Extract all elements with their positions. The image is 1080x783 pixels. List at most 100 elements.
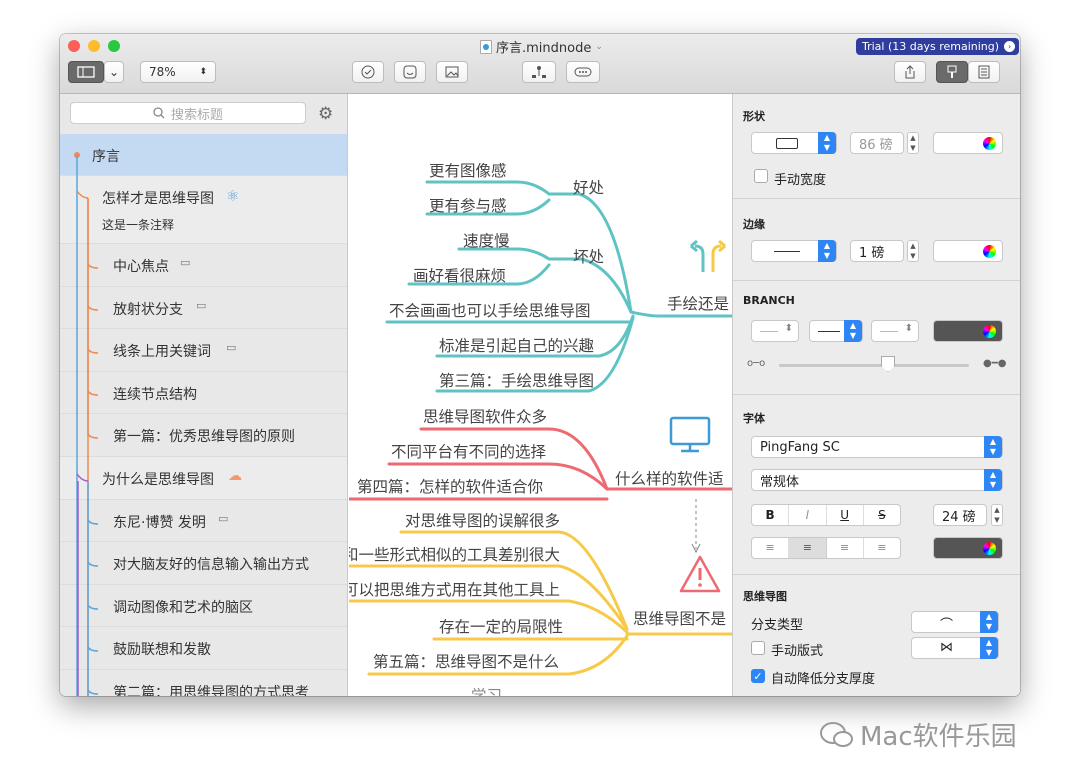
border-width-field[interactable]: 1 磅 bbox=[850, 240, 904, 262]
node-yellow-5: 第五篇：思维导图不是什么 bbox=[373, 653, 559, 671]
node-red-main: 什么样的软件适 bbox=[615, 470, 724, 488]
node-red-2: 不同平台有不同的选择 bbox=[391, 443, 547, 461]
sticker-button[interactable] bbox=[394, 61, 426, 83]
mindmap-canvas[interactable]: 更有图像感 更有参与感 速度慢 画好看很麻烦 不会画画也可以手绘思维导图 标准是… bbox=[349, 94, 732, 696]
font-style-select[interactable]: 常规体 ▲ ▼ bbox=[751, 469, 1003, 491]
align-right-icon[interactable]: ≡ bbox=[827, 538, 864, 558]
text-format-group: B I U S bbox=[751, 504, 901, 526]
branch-style-select[interactable]: ▲ ▼ bbox=[809, 320, 863, 342]
node-teal-main: 手绘还是 bbox=[667, 295, 729, 313]
auto-thin-branch-checkbox[interactable]: ✓ bbox=[751, 669, 765, 683]
paintbrush-icon bbox=[947, 65, 957, 78]
font-size-stepper[interactable]: ▲ ▼ bbox=[991, 504, 1003, 526]
divider bbox=[733, 198, 1020, 199]
node-teal-1: 更有图像感 bbox=[429, 162, 507, 180]
up-down-icon: ▲ ▼ bbox=[844, 320, 862, 342]
document-inspector-button[interactable] bbox=[968, 61, 1000, 83]
sidebar-icon bbox=[77, 66, 95, 78]
watermark: Mac软件乐园 bbox=[820, 716, 1017, 753]
branch-end-select[interactable]: ⬍ bbox=[871, 320, 919, 342]
border-style-select[interactable]: ▲ ▼ bbox=[751, 240, 837, 262]
branch-thickness-slider[interactable] bbox=[779, 364, 969, 367]
align-left-icon[interactable]: ≡ bbox=[752, 538, 790, 558]
checkmark-circle-icon bbox=[361, 65, 375, 79]
shape-color-well[interactable] bbox=[933, 132, 1003, 154]
add-child-button[interactable] bbox=[522, 61, 556, 83]
gear-icon[interactable]: ⚙ bbox=[318, 104, 333, 124]
section-font: 字体 bbox=[743, 412, 765, 425]
align-justify-icon[interactable]: ≡ bbox=[864, 538, 900, 558]
brain-icon: ☁ bbox=[228, 468, 242, 484]
italic-button[interactable]: I bbox=[789, 505, 827, 525]
node-teal-sub-1: 好处 bbox=[573, 179, 604, 197]
image-button[interactable] bbox=[436, 61, 468, 83]
bold-button[interactable]: B bbox=[752, 505, 790, 525]
node-yellow-3: 可以把思维方式用在其他工具上 bbox=[349, 581, 560, 599]
up-down-icon: ▲ ▼ bbox=[980, 611, 998, 633]
section-shape: 形状 bbox=[743, 110, 765, 123]
up-down-icon: ⬍ bbox=[784, 323, 793, 334]
shape-width-field[interactable]: 86 磅 bbox=[850, 132, 904, 154]
arrow-right-icon: › bbox=[1004, 41, 1016, 52]
up-down-icon: ▲ ▼ bbox=[984, 436, 1002, 458]
arrows-illustration-icon bbox=[690, 239, 726, 272]
wechat-icon bbox=[820, 721, 853, 747]
shape-width-stepper[interactable]: ▲ ▼ bbox=[907, 132, 919, 154]
branch-curve-icon: ⌒ bbox=[940, 618, 954, 633]
image-icon: ▭ bbox=[180, 256, 191, 269]
slider-thumb[interactable] bbox=[881, 356, 895, 372]
rectangle-shape-icon bbox=[776, 138, 798, 149]
image-icon: ▭ bbox=[196, 299, 207, 312]
close-button[interactable] bbox=[68, 40, 80, 52]
sidebar-toggle-button[interactable] bbox=[68, 61, 104, 83]
branch-color-well[interactable] bbox=[933, 320, 1003, 342]
layout-icon: ⋈ bbox=[940, 640, 953, 655]
node-teal-sub-2: 坏处 bbox=[573, 248, 604, 266]
minimize-button[interactable] bbox=[88, 40, 100, 52]
strikethrough-button[interactable]: S bbox=[864, 505, 900, 525]
share-icon bbox=[905, 65, 915, 79]
task-button[interactable] bbox=[352, 61, 384, 83]
branch-type-select[interactable]: ⌒ ▲ ▼ bbox=[911, 611, 999, 633]
search-icon bbox=[153, 107, 165, 119]
style-inspector: 形状 ▲ ▼ 86 磅 ▲ ▼ 手动宽度 边缘 ▲ ▼ 1 磅 ▲ ▼ BRANCH ⬍… bbox=[732, 94, 1020, 696]
outline-connectors bbox=[74, 152, 99, 696]
node-yellow-2: 和一些形式相似的工具差别很大 bbox=[349, 546, 560, 564]
add-node-icon bbox=[532, 66, 546, 78]
align-center-icon[interactable]: ≡ bbox=[789, 538, 827, 558]
monitor-icon bbox=[669, 416, 711, 453]
font-size-field[interactable]: 24 磅 bbox=[933, 504, 987, 526]
zoom-select[interactable]: 78% ⬍ bbox=[140, 61, 216, 83]
section-mindmap: 思维导图 bbox=[743, 590, 787, 603]
node-yellow-1: 对思维导图的误解很多 bbox=[405, 512, 560, 530]
manual-width-checkbox[interactable] bbox=[754, 169, 768, 183]
node-teal-7: 第三篇：手绘思维导图 bbox=[439, 372, 594, 390]
more-button[interactable] bbox=[566, 61, 600, 83]
underline-button[interactable]: U bbox=[827, 505, 864, 525]
font-family-select[interactable]: PingFang SC ▲ ▼ bbox=[751, 436, 1003, 458]
zoom-button[interactable] bbox=[108, 40, 120, 52]
up-down-icon: ▲ ▼ bbox=[818, 240, 836, 262]
chevron-down-icon[interactable]: ⌄ bbox=[595, 42, 603, 52]
sticker-icon bbox=[403, 65, 417, 79]
border-color-well[interactable] bbox=[933, 240, 1003, 262]
up-down-icon: ▲ ▼ bbox=[984, 469, 1002, 491]
border-width-stepper[interactable]: ▲ ▼ bbox=[907, 240, 919, 262]
style-inspector-button[interactable] bbox=[936, 61, 968, 83]
node-teal-3: 速度慢 bbox=[463, 232, 510, 250]
trial-badge[interactable]: Trial (13 days remaining) › bbox=[856, 38, 1020, 55]
up-down-icon: ▲ ▼ bbox=[980, 637, 998, 659]
up-down-icon: ⬍ bbox=[199, 67, 207, 77]
outline-sidebar: 搜索标题 ⚙ 序言 怎样才是思维导图 ⚛ 这是一条注释 中心焦点 ▭ 放射状分支 ▭… bbox=[60, 94, 348, 696]
up-down-icon: ⬍ bbox=[904, 323, 913, 334]
layout-select[interactable]: ⋈ ▲ ▼ bbox=[911, 637, 999, 659]
manual-layout-checkbox[interactable] bbox=[751, 641, 765, 655]
sidebar-options-button[interactable]: ⌄ bbox=[104, 61, 124, 83]
section-border: 边缘 bbox=[743, 218, 765, 231]
node-teal-2: 更有参与感 bbox=[429, 197, 507, 215]
window-title: 序言.mindnode ⌄ bbox=[480, 37, 603, 56]
branch-start-select[interactable]: ⬍ bbox=[751, 320, 799, 342]
share-button[interactable] bbox=[894, 61, 926, 83]
shape-select[interactable]: ▲ ▼ bbox=[751, 132, 837, 154]
font-color-well[interactable] bbox=[933, 537, 1003, 559]
